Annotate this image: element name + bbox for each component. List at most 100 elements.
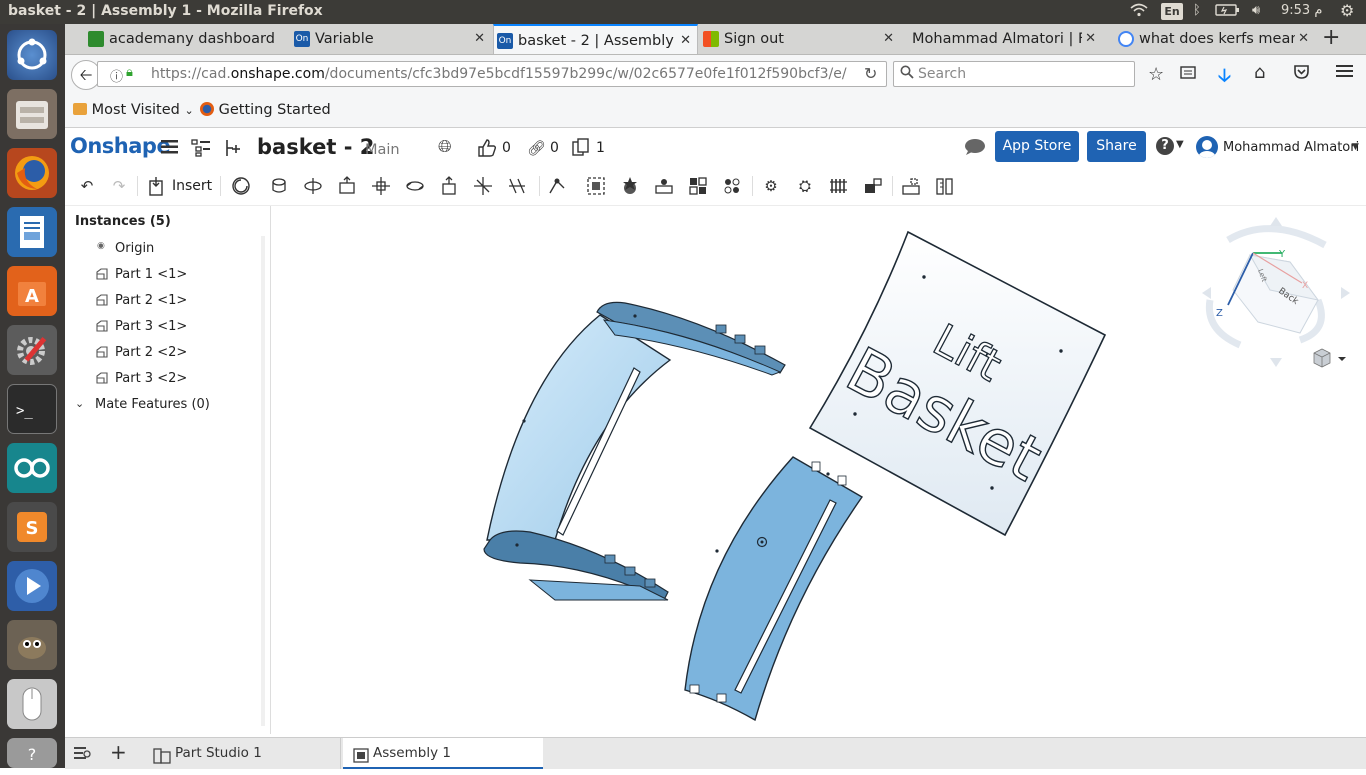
relation-icon[interactable]: [654, 176, 674, 196]
instances-header[interactable]: Instances (5): [75, 214, 171, 229]
software-center-icon[interactable]: A: [7, 266, 57, 316]
help-icon[interactable]: ?: [7, 738, 57, 768]
tree-item-instance[interactable]: Part 2 <2>: [115, 345, 187, 360]
firefox-icon[interactable]: [7, 148, 57, 198]
gimp-icon[interactable]: [7, 620, 57, 670]
ubuntu-dash-icon[interactable]: [7, 30, 57, 80]
reload-icon[interactable]: ↻: [864, 64, 877, 83]
rack-pinion-icon[interactable]: ⛭: [795, 176, 815, 196]
model-canvas[interactable]: Lift Basket Y X Z Back Left: [271, 206, 1366, 736]
screw-relation-icon[interactable]: [829, 176, 849, 196]
clock[interactable]: 9:53 م: [1281, 3, 1322, 18]
video-player-icon[interactable]: [7, 561, 57, 611]
help-icon[interactable]: ?: [1156, 137, 1174, 155]
view-cube[interactable]: Y X Z Back Left: [1202, 217, 1350, 367]
tree-item-instance[interactable]: Part 1 <1>: [115, 267, 187, 282]
url-bar[interactable]: ⓘ 🔒︎ https://cad.onshape.com/documents/c…: [97, 61, 887, 87]
bookmark-star-icon[interactable]: ☆: [1148, 64, 1164, 85]
tab-sign-out[interactable]: Sign out ✕: [700, 24, 900, 54]
branch-name[interactable]: Main: [365, 142, 400, 158]
tab-manager-icon[interactable]: [74, 745, 92, 765]
pocket-icon[interactable]: [1293, 64, 1310, 84]
mate-features-header[interactable]: Mate Features (0): [95, 397, 210, 412]
wifi-icon[interactable]: [1130, 3, 1148, 21]
part-front-panel[interactable]: [684, 456, 864, 722]
fastened-mate-icon[interactable]: [269, 176, 289, 196]
rotate-left-arrow-icon[interactable]: [1202, 287, 1211, 299]
tab-variable[interactable]: On Variable ✕: [291, 24, 491, 54]
app-store-button[interactable]: App Store: [995, 131, 1079, 162]
globe-icon[interactable]: 🌐︎: [438, 137, 452, 157]
tree-item-instance[interactable]: Part 3 <2>: [115, 371, 187, 386]
undo-icon[interactable]: ↶: [77, 176, 97, 196]
onshape-logo[interactable]: Onshape: [70, 134, 171, 158]
redo-icon[interactable]: ↷: [109, 176, 129, 196]
copy-icon[interactable]: [572, 138, 590, 160]
close-tab-icon[interactable]: ✕: [1295, 24, 1309, 54]
search-bar[interactable]: Search: [893, 61, 1135, 87]
instance-icon[interactable]: [231, 176, 251, 196]
explode-view-icon[interactable]: [901, 176, 921, 196]
writer-icon[interactable]: [7, 207, 57, 257]
replicate-icon[interactable]: [688, 176, 708, 196]
tab-kerfs[interactable]: what does kerfs mean ✕: [1115, 24, 1315, 54]
tree-item-instance[interactable]: Part 2 <1>: [115, 293, 187, 308]
cylindrical-mate-icon[interactable]: [405, 176, 425, 196]
home-icon[interactable]: ⌂: [1254, 62, 1265, 83]
chevron-down-icon[interactable]: ⌄: [75, 397, 84, 410]
panel-scrollbar[interactable]: [261, 236, 265, 726]
feature-list-icon[interactable]: [191, 139, 211, 161]
battery-icon[interactable]: [1215, 3, 1241, 21]
chevron-down-icon[interactable]: ▼: [1352, 142, 1359, 152]
pin-slot-mate-icon[interactable]: [439, 176, 459, 196]
view-options-cube-icon[interactable]: [1313, 348, 1346, 368]
bluetooth-icon[interactable]: ᛒ: [1193, 3, 1201, 18]
insert-icon[interactable]: [147, 176, 167, 196]
graphics-viewport[interactable]: Lift Basket Y X Z Back Left: [271, 206, 1366, 736]
measure-icon[interactable]: [935, 176, 955, 196]
tab-mohammad[interactable]: Mohammad Almatori | Fa ✕: [902, 24, 1102, 54]
files-icon[interactable]: [7, 89, 57, 139]
terminal-icon[interactable]: >_: [7, 384, 57, 434]
add-element-button[interactable]: +: [110, 740, 127, 764]
ball-mate-icon[interactable]: [473, 176, 493, 196]
arduino-icon[interactable]: [7, 443, 57, 493]
part-top-panel[interactable]: Lift Basket: [808, 230, 1107, 537]
close-tab-icon[interactable]: ✕: [1082, 24, 1096, 54]
mouse-icon[interactable]: [7, 679, 57, 729]
info-icon[interactable]: ⓘ: [110, 66, 123, 85]
rotate-up-arrow-icon[interactable]: [1270, 217, 1282, 226]
getting-started-bookmark[interactable]: Getting Started: [200, 102, 331, 118]
mate-connector-icon[interactable]: [620, 176, 640, 196]
comments-icon[interactable]: [964, 138, 986, 160]
pattern-icon[interactable]: [722, 176, 742, 196]
insert-tree-icon[interactable]: [222, 139, 242, 161]
linear-relation-icon[interactable]: [863, 176, 883, 196]
keyboard-layout-indicator[interactable]: En: [1161, 3, 1183, 20]
download-icon[interactable]: 🡣: [1218, 63, 1231, 93]
tab-part-studio[interactable]: Part Studio 1: [145, 738, 341, 769]
sublime-icon[interactable]: S: [7, 502, 57, 552]
most-visited-folder[interactable]: Most Visited ⌄: [73, 102, 194, 118]
share-button[interactable]: Share: [1087, 131, 1146, 162]
tree-item-instance[interactable]: Part 3 <1>: [115, 319, 187, 334]
gear-relation-icon[interactable]: ⚙: [761, 176, 781, 196]
close-tab-icon[interactable]: ✕: [883, 24, 894, 54]
slider-mate-icon[interactable]: [337, 176, 357, 196]
tab-basket-assembly[interactable]: On basket - 2 | Assembly 1 ✕: [493, 24, 698, 54]
rotate-right-arrow-icon[interactable]: [1341, 287, 1350, 299]
avatar[interactable]: [1196, 136, 1218, 158]
close-tab-icon[interactable]: ✕: [474, 24, 485, 54]
close-tab-icon[interactable]: ✕: [678, 26, 691, 54]
document-title[interactable]: basket - 2: [257, 135, 374, 159]
hamburger-menu-icon[interactable]: [1336, 63, 1354, 83]
tab-assembly[interactable]: Assembly 1: [343, 738, 543, 769]
settings-icon[interactable]: [7, 325, 57, 375]
tab-academany[interactable]: academany dashboard: [85, 24, 290, 54]
user-name[interactable]: Mohammad Almatori: [1223, 140, 1359, 155]
reading-list-icon[interactable]: [1180, 64, 1196, 84]
parallel-mate-icon[interactable]: [507, 176, 527, 196]
insert-button[interactable]: Insert: [172, 178, 212, 194]
revolute-mate-icon[interactable]: [303, 176, 323, 196]
rotate-down-arrow-icon[interactable]: [1270, 358, 1282, 367]
